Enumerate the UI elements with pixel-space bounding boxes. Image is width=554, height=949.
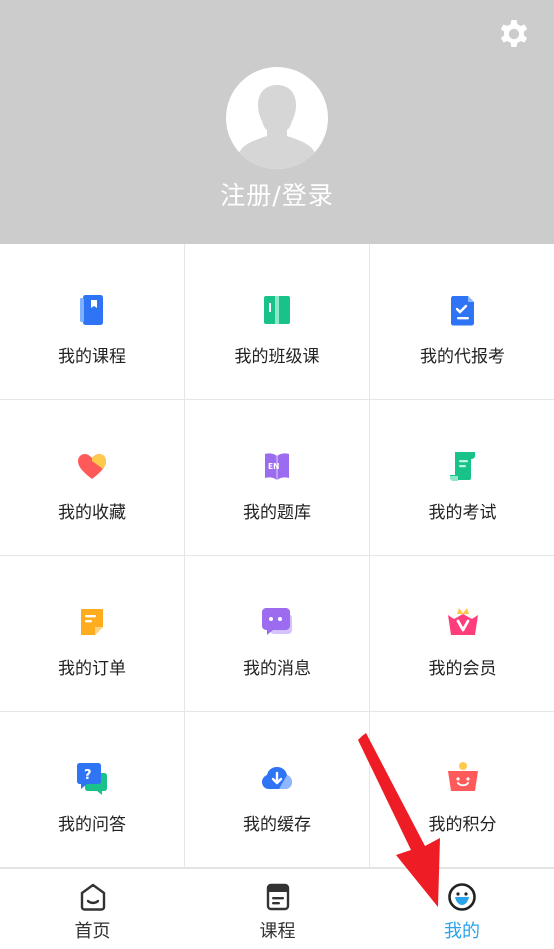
svg-text:?: ? [84, 768, 92, 783]
points-gift-icon [447, 762, 478, 791]
menu-item-label: 我的收藏 [58, 503, 126, 523]
menu-item-my-points[interactable]: 我的积分 [370, 712, 554, 868]
menu-item-my-cache[interactable]: 我的缓存 [185, 712, 370, 868]
cloud-download-icon [262, 767, 292, 789]
menu-item-label: 我的题库 [243, 503, 311, 523]
profile-header: 注册/登录 [0, 0, 554, 244]
vip-crown-icon [447, 608, 478, 635]
question-bank-icon: EN [265, 453, 289, 480]
menu-item-my-exams[interactable]: 我的考试 [370, 400, 554, 556]
menu-item-label: 我的消息 [243, 659, 311, 679]
tab-label: 我的 [444, 921, 480, 942]
message-bubble-icon [262, 608, 292, 635]
menu-item-my-qa[interactable]: ? 我的问答 [0, 712, 185, 868]
menu-item-my-messages[interactable]: 我的消息 [185, 556, 370, 712]
bottom-tab-bar: 首页 课程 我的 [0, 868, 554, 949]
tab-label: 首页 [74, 921, 111, 942]
menu-item-label: 我的课程 [58, 347, 126, 367]
class-book-icon [264, 296, 290, 324]
order-note-icon [81, 609, 103, 635]
heart-icon [78, 454, 106, 479]
menu-item-label: 我的会员 [428, 659, 497, 679]
tab-home[interactable]: 首页 [0, 869, 185, 949]
menu-item-label: 我的代报考 [420, 347, 505, 367]
menu-item-my-question-bank[interactable]: EN 我的题库 [185, 400, 370, 556]
menu-item-label: 我的问答 [58, 815, 126, 835]
menu-item-label: 我的考试 [428, 503, 497, 523]
qa-bubble-icon: ? [77, 763, 107, 795]
login-register-link[interactable]: 注册/登录 [0, 176, 554, 212]
menu-item-my-orders[interactable]: 我的订单 [0, 556, 185, 712]
menu-item-my-class[interactable]: 我的班级课 [185, 244, 370, 400]
menu-item-label: 我的积分 [428, 815, 497, 835]
menu-item-label: 我的订单 [58, 659, 126, 679]
menu-item-my-courses[interactable]: 我的课程 [0, 244, 185, 400]
tab-label: 课程 [259, 921, 296, 942]
exam-scroll-icon [449, 452, 475, 481]
menu-item-my-favorites[interactable]: 我的收藏 [0, 400, 185, 556]
menu-grid: 我的课程 我的班级课 我的代报考 我的收藏 EN 我的题库 我的考试 我的订单 … [0, 244, 554, 868]
menu-item-label: 我的缓存 [243, 815, 311, 835]
default-avatar-icon[interactable] [226, 67, 328, 169]
tab-courses[interactable]: 课程 [185, 869, 370, 949]
profile-smile-icon [448, 883, 476, 911]
gear-icon[interactable] [496, 16, 532, 52]
exam-registration-icon [450, 296, 474, 326]
course-list-icon [266, 883, 289, 911]
tab-mine[interactable]: 我的 [370, 869, 554, 949]
svg-text:EN: EN [268, 462, 279, 471]
menu-item-my-membership[interactable]: 我的会员 [370, 556, 554, 712]
menu-item-my-registration[interactable]: 我的代报考 [370, 244, 554, 400]
menu-item-label: 我的班级课 [234, 347, 320, 367]
course-book-icon [80, 295, 103, 325]
home-icon [80, 883, 105, 911]
